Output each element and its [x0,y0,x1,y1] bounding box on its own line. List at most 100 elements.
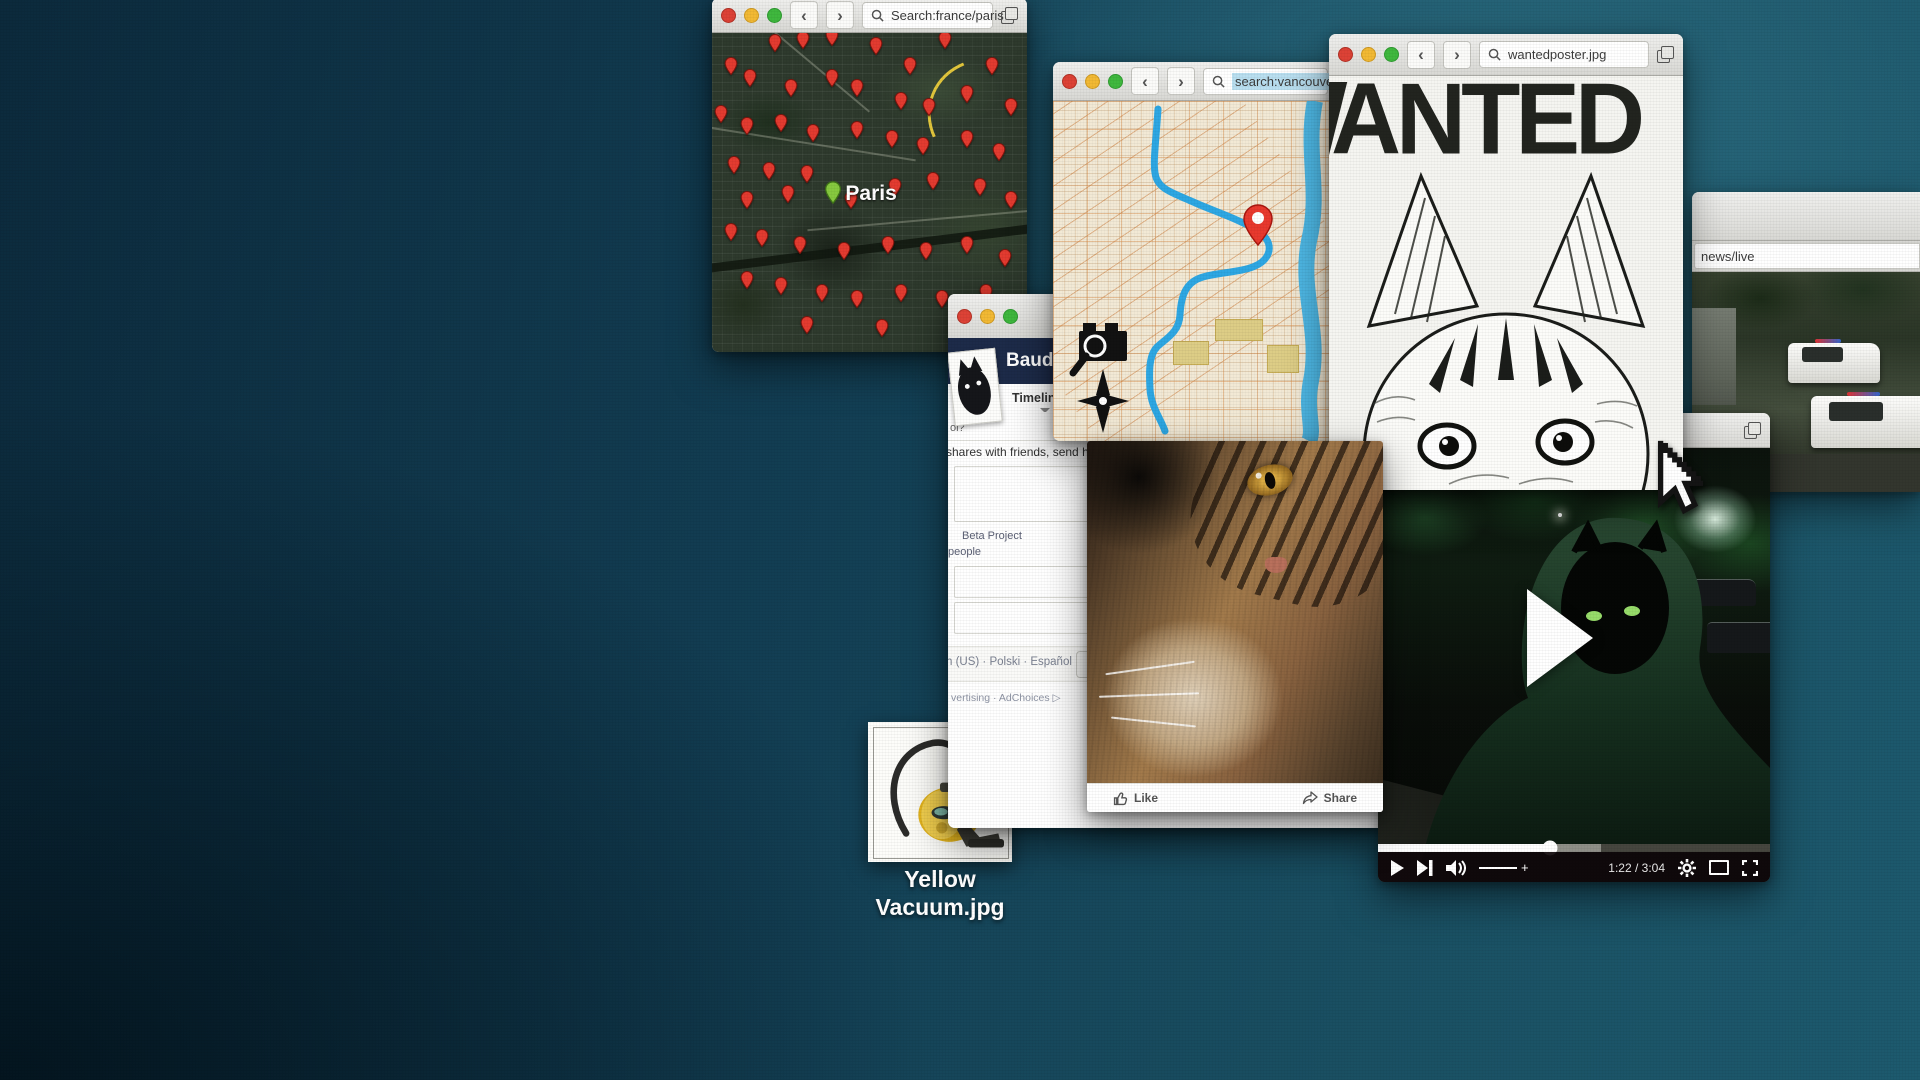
red-map-pin[interactable] [825,33,838,46]
red-map-pin[interactable] [775,114,788,132]
profile-avatar[interactable] [948,348,1003,427]
red-map-pin[interactable] [850,79,863,97]
volume-slider-track[interactable] [1479,867,1517,869]
red-map-pin[interactable] [961,85,974,103]
red-map-pin[interactable] [998,249,1011,267]
link-beta-project[interactable]: Beta Project [962,530,1022,542]
red-map-pin[interactable] [743,69,756,87]
minimize-button[interactable] [1361,47,1376,62]
like-button[interactable]: Like [1113,791,1158,806]
red-map-pin[interactable] [961,236,974,254]
red-map-pin[interactable] [895,284,908,302]
red-map-pin[interactable] [781,185,794,203]
wanted-window-titlebar[interactable]: ‹ › wantedposter.jpg [1329,34,1683,76]
play-overlay-button[interactable] [1527,589,1593,687]
red-map-pin[interactable] [869,37,882,55]
red-map-pin[interactable] [1005,191,1018,209]
red-map-pin[interactable] [740,271,753,289]
news-window-titlebar[interactable] [1692,192,1920,241]
close-button[interactable] [957,309,972,324]
red-map-pin[interactable] [917,137,930,155]
paris-map-marker[interactable]: Paris [825,181,896,204]
play-button[interactable] [1390,860,1404,876]
red-map-pin[interactable] [794,236,807,254]
volume-slider[interactable]: + [1479,861,1529,874]
red-map-pin[interactable] [882,236,895,254]
red-map-pin[interactable] [850,121,863,139]
red-map-pin[interactable] [885,130,898,148]
back-button[interactable]: ‹ [1131,67,1159,95]
vancouver-street-map[interactable] [1053,101,1337,441]
red-map-pin[interactable] [816,284,829,302]
red-map-pin[interactable] [740,117,753,135]
red-map-pin[interactable] [825,69,838,87]
close-button[interactable] [1062,74,1077,89]
red-map-pin[interactable] [939,33,952,49]
red-map-pin[interactable] [740,191,753,209]
paris-window-titlebar[interactable]: ‹ › Search:france/paris [712,0,1027,33]
red-map-pin[interactable] [904,57,917,75]
red-map-pin[interactable] [973,178,986,196]
red-map-pin[interactable] [800,165,813,183]
red-map-pin[interactable] [715,105,728,123]
back-button[interactable]: ‹ [1407,41,1435,69]
duplicate-tab-icon[interactable] [1657,46,1674,63]
red-map-pin[interactable] [986,57,999,75]
zoom-button[interactable] [1384,47,1399,62]
red-map-pin[interactable] [775,277,788,295]
tabby-cat-photo[interactable] [1087,441,1383,783]
red-map-pin[interactable] [800,316,813,334]
forward-button[interactable]: › [1443,41,1471,69]
wanted-poster-image[interactable]: ANTED [1329,76,1683,490]
duplicate-tab-icon[interactable] [1744,422,1761,439]
red-map-pin[interactable] [926,172,939,190]
red-map-pin[interactable] [756,229,769,247]
red-map-pin[interactable] [769,34,782,52]
red-map-pin[interactable] [992,143,1005,161]
minimize-button[interactable] [980,309,995,324]
volume-icon[interactable] [1446,860,1466,876]
file-name-label[interactable]: Yellow Vacuum.jpg [830,866,1050,921]
red-map-pin[interactable] [838,242,851,260]
red-map-pin[interactable] [935,290,948,308]
vancouver-search-field[interactable]: search:vancouver [1203,68,1328,95]
fullscreen-button[interactable] [1742,860,1758,876]
close-button[interactable] [721,8,736,23]
red-map-pin[interactable] [806,124,819,142]
zoom-button[interactable] [1108,74,1123,89]
duplicate-tab-icon[interactable] [1001,7,1018,24]
red-map-pin[interactable] [797,33,810,49]
red-map-pin[interactable] [920,242,933,260]
red-map-pin[interactable] [784,79,797,97]
red-map-pin[interactable] [724,57,737,75]
footer-links[interactable]: vertising · AdChoices ▷ [951,692,1061,704]
red-map-pin[interactable] [1005,98,1018,116]
share-button[interactable]: Share [1302,791,1357,805]
back-button[interactable]: ‹ [790,1,818,29]
red-map-pin[interactable] [850,290,863,308]
minimize-button[interactable] [1085,74,1100,89]
zoom-button[interactable] [767,8,782,23]
red-map-pin[interactable] [895,92,908,110]
red-map-pin[interactable] [961,130,974,148]
red-map-pin[interactable] [728,156,741,174]
volume-plus[interactable]: + [1521,861,1529,874]
settings-gear-icon[interactable] [1678,859,1696,877]
forward-button[interactable]: › [826,1,854,29]
forward-button[interactable]: › [1167,67,1195,95]
red-map-pin[interactable] [724,223,737,241]
vancouver-window-titlebar[interactable]: ‹ › search:vancouver [1053,62,1337,101]
red-map-pin[interactable] [876,319,889,337]
news-address-field[interactable]: news/live [1694,243,1920,269]
paris-search-field[interactable]: Search:france/paris [862,2,993,29]
theater-mode-button[interactable] [1709,860,1729,875]
minimize-button[interactable] [744,8,759,23]
red-map-pin[interactable] [762,162,775,180]
red-map-pin[interactable] [923,98,936,116]
link-people[interactable]: people [948,546,981,558]
video-progress-bar[interactable] [1378,844,1770,852]
wanted-address-field[interactable]: wantedposter.jpg [1479,41,1649,68]
close-button[interactable] [1338,47,1353,62]
next-button[interactable] [1417,860,1433,876]
zoom-button[interactable] [1003,309,1018,324]
